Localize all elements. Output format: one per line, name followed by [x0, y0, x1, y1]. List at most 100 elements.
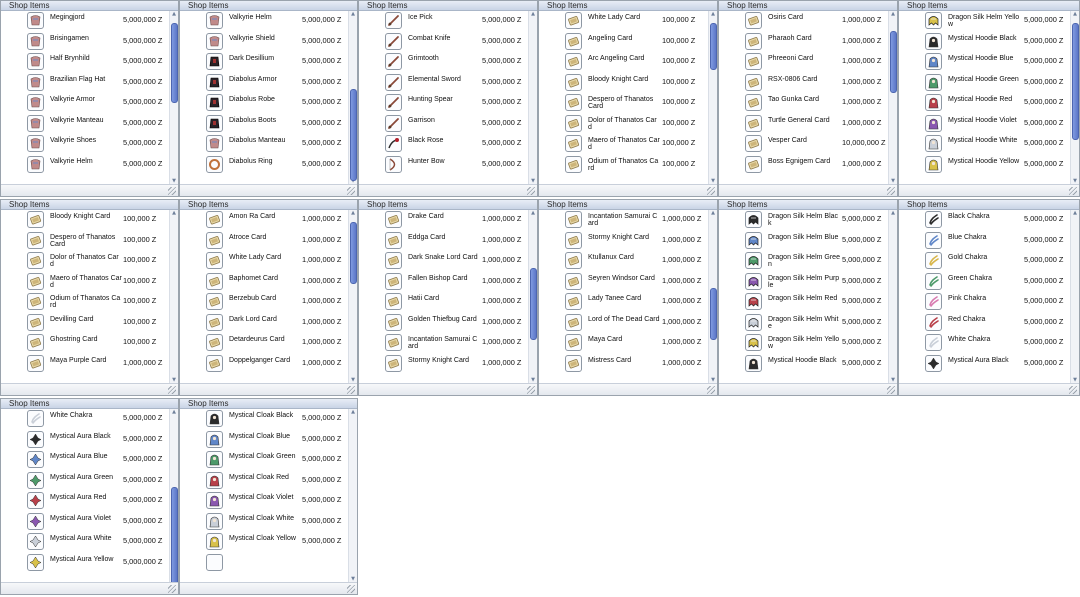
shop-item-row[interactable]: Half Brynhild 5,000,000 Z — [1, 52, 168, 73]
shop-item-row[interactable]: Mystical Hoodie Red 5,000,000 Z — [899, 93, 1069, 114]
shop-item-row[interactable]: Mystical Aura Yellow 5,000,000 Z — [1, 553, 168, 574]
shop-item-row[interactable]: Maya Card 1,000,000 Z — [539, 333, 707, 354]
card-icon[interactable] — [27, 272, 44, 290]
shop-item-row[interactable]: Stormy Knight Card 1,000,000 Z — [359, 354, 527, 375]
card-icon[interactable] — [565, 313, 582, 331]
shop-item-row[interactable]: Dragon Silk Helm Red 5,000,000 Z — [719, 292, 887, 313]
shop-item-row[interactable]: White Lady Card 1,000,000 Z — [180, 251, 347, 272]
boots-icon[interactable] — [206, 114, 223, 132]
card-icon[interactable] — [27, 313, 44, 331]
shop-window[interactable]: Shop Items Black Chakra 5,000,000 Z Blue Ch… — [898, 199, 1080, 396]
scroll-thumb[interactable] — [171, 23, 178, 103]
window-title[interactable]: Shop Items — [1, 200, 178, 210]
scrollbar[interactable]: ▲▼ — [348, 11, 357, 185]
chakra-white-icon[interactable] — [925, 334, 942, 351]
shop-window[interactable]: Shop Items White Chakra 5,000,000 Z Mystica… — [0, 398, 179, 595]
card-icon[interactable] — [385, 334, 402, 351]
resize-grip-icon[interactable] — [707, 187, 715, 195]
scrollbar[interactable]: ▲▼ — [888, 210, 897, 384]
card-icon[interactable] — [206, 211, 223, 228]
shop-item-row[interactable]: Despero of Thanatos Card 100,000 Z — [1, 231, 168, 252]
scroll-thumb[interactable] — [171, 487, 178, 594]
card-icon[interactable] — [565, 12, 582, 29]
shop-item-row[interactable]: Lady Tanee Card 1,000,000 Z — [539, 292, 707, 313]
shop-item-row[interactable]: Angeling Card 100,000 Z — [539, 32, 707, 53]
shop-item-row[interactable]: Mystical Cloak White 5,000,000 Z — [180, 512, 347, 533]
staff-icon[interactable] — [385, 114, 402, 132]
shop-item-row[interactable]: Hunting Spear 5,000,000 Z — [359, 93, 527, 114]
scroll-thumb[interactable] — [890, 31, 897, 93]
shop-item-row[interactable]: Dark Lord Card 1,000,000 Z — [180, 313, 347, 334]
shop-item-row[interactable]: Bloody Knight Card 100,000 Z — [539, 73, 707, 94]
shop-item-row[interactable]: Dark Desillium 5,000,000 Z — [180, 52, 347, 73]
card-icon[interactable] — [385, 231, 402, 249]
scroll-up-arrow-icon[interactable]: ▲ — [171, 12, 177, 17]
card-icon[interactable] — [745, 32, 762, 50]
card-icon[interactable] — [565, 252, 582, 269]
shop-window[interactable]: Shop Items Ice Pick 5,000,000 Z Combat Knif… — [358, 0, 538, 197]
shop-window[interactable]: Shop Items Osiris Card 1,000,000 Z Pharaoh … — [718, 0, 898, 197]
aura-green-icon[interactable] — [27, 471, 44, 489]
card-icon[interactable] — [206, 252, 223, 269]
shop-window[interactable]: Shop Items Dragon Silk Helm Yellow 5,000,0… — [898, 0, 1080, 197]
shop-item-row[interactable]: Vesper Card 10,000,000 Z — [719, 134, 887, 155]
scroll-up-arrow-icon[interactable]: ▲ — [530, 211, 536, 216]
window-title[interactable]: Shop Items — [180, 399, 357, 409]
resize-grip-icon[interactable] — [1069, 187, 1077, 195]
shop-item-row[interactable]: Grimtooth 5,000,000 Z — [359, 52, 527, 73]
shop-item-row[interactable]: Despero of Thanatos Card 100,000 Z — [539, 93, 707, 114]
shop-item-row[interactable]: Mystical Aura Black 5,000,000 Z — [1, 430, 168, 451]
shop-item-row[interactable]: Seyren Windsor Card 1,000,000 Z — [539, 272, 707, 293]
shop-item-row[interactable]: Osiris Card 1,000,000 Z — [719, 11, 887, 32]
shop-item-row[interactable]: Lord of The Dead Card 1,000,000 Z — [539, 313, 707, 334]
armor-icon[interactable] — [27, 94, 44, 111]
shop-item-row[interactable]: Incantation Samurai Card 1,000,000 Z — [359, 333, 527, 354]
card-icon[interactable] — [565, 334, 582, 351]
card-icon[interactable] — [565, 155, 582, 173]
shop-item-row[interactable]: Ktullanux Card 1,000,000 Z — [539, 251, 707, 272]
card-icon[interactable] — [745, 53, 762, 70]
cloak-black-icon[interactable] — [206, 410, 223, 427]
scroll-up-arrow-icon[interactable]: ▲ — [171, 211, 177, 216]
hat-icon[interactable] — [27, 73, 44, 91]
shop-item-row[interactable]: Mystical Hoodie Black 5,000,000 Z — [719, 354, 887, 375]
shop-item-row[interactable]: Arc Angeling Card 100,000 Z — [539, 52, 707, 73]
scrollbar[interactable]: ▲▼ — [528, 11, 537, 185]
window-title[interactable]: Shop Items — [899, 1, 1079, 11]
scrollbar[interactable]: ▲▼ — [1070, 210, 1079, 384]
card-icon[interactable] — [385, 354, 402, 372]
scroll-up-arrow-icon[interactable]: ▲ — [350, 12, 356, 17]
scroll-thumb[interactable] — [710, 288, 717, 340]
card-icon[interactable] — [565, 94, 582, 111]
window-title[interactable]: Shop Items — [359, 200, 537, 210]
shop-item-row[interactable]: Phreeoni Card 1,000,000 Z — [719, 52, 887, 73]
card-icon[interactable] — [385, 272, 402, 290]
shop-window[interactable]: Shop Items White Lady Card 100,000 Z Angeli… — [538, 0, 718, 197]
shop-item-row[interactable]: Odium of Thanatos Card 100,000 Z — [539, 155, 707, 176]
dragon-helm-yellow-icon[interactable] — [925, 12, 942, 29]
shop-item-row[interactable]: Diabolus Boots 5,000,000 Z — [180, 114, 347, 135]
card-icon[interactable] — [745, 12, 762, 29]
card-icon[interactable] — [745, 114, 762, 132]
chakra-pink-icon[interactable] — [925, 293, 942, 310]
shop-item-row[interactable]: Mystical Cloak Red 5,000,000 Z — [180, 471, 347, 492]
card-icon[interactable] — [27, 231, 44, 249]
shop-item-row[interactable]: Ghostring Card 100,000 Z — [1, 333, 168, 354]
shop-item-row[interactable]: Stormy Knight Card 1,000,000 Z — [539, 231, 707, 252]
scroll-thumb[interactable] — [350, 222, 357, 284]
card-icon[interactable] — [565, 211, 582, 228]
shop-item-row[interactable]: Blue Chakra 5,000,000 Z — [899, 231, 1069, 252]
hoodie-white-icon[interactable] — [925, 135, 942, 152]
shop-item-row[interactable]: Doppelganger Card 1,000,000 Z — [180, 354, 347, 375]
shop-window[interactable]: Shop Items Megingjord 5,000,000 Z Brisingam… — [0, 0, 179, 197]
shop-item-row[interactable]: Combat Knife 5,000,000 Z — [359, 32, 527, 53]
card-icon[interactable] — [27, 252, 44, 269]
shop-item-row[interactable]: Mystical Hoodie Black 5,000,000 Z — [899, 32, 1069, 53]
dark-armor-icon[interactable] — [206, 73, 223, 91]
shop-item-row[interactable]: Maero of Thanatos Card 100,000 Z — [1, 272, 168, 293]
dagger-icon[interactable] — [385, 32, 402, 50]
shop-window[interactable]: Shop Items Drake Card 1,000,000 Z Eddga Car… — [358, 199, 538, 396]
aura-white-icon[interactable] — [27, 533, 44, 550]
dragon-helm-green-icon[interactable] — [745, 252, 762, 269]
shop-item-row[interactable]: Mystical Cloak Black 5,000,000 Z — [180, 409, 347, 430]
